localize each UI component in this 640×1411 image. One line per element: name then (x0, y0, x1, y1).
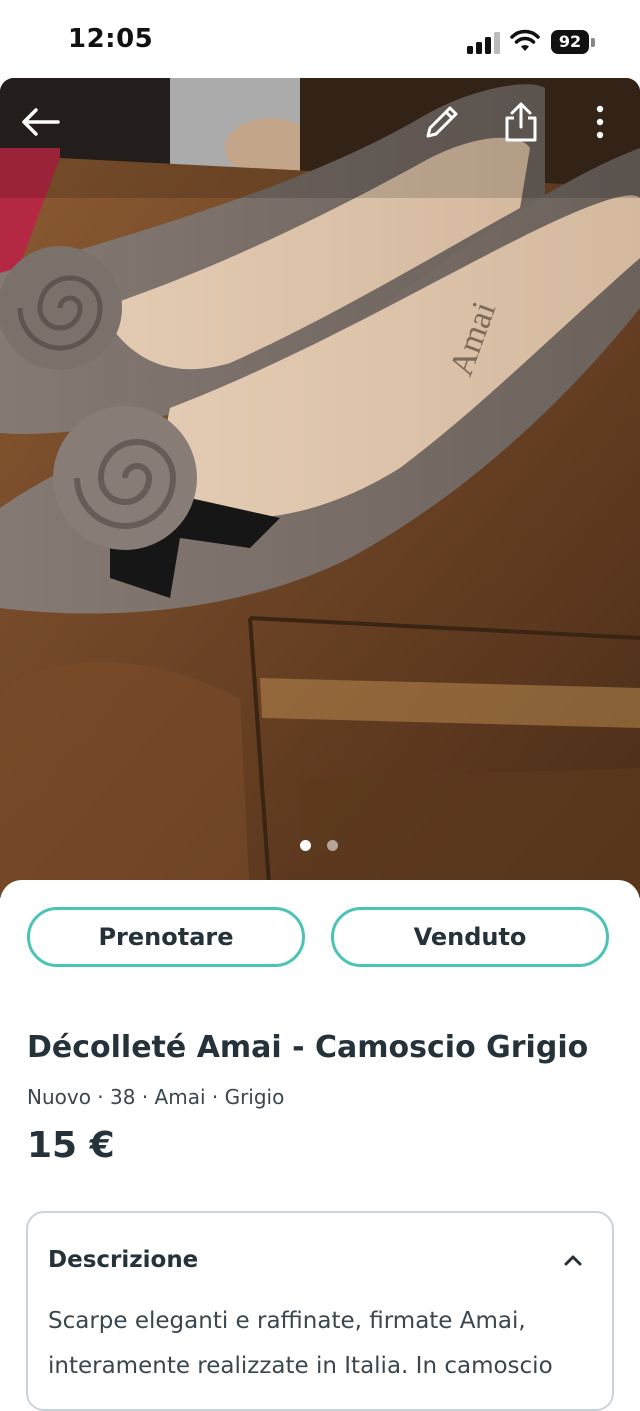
photo-page-indicator[interactable] (300, 840, 340, 852)
reserve-button[interactable]: Prenotare (27, 907, 305, 967)
description-text: Scarpe eleganti e raffinate, firmate Ama… (48, 1308, 553, 1379)
edit-button[interactable] (418, 98, 466, 146)
product-image: Amai (0, 78, 640, 898)
listing-details: Prenotare Venduto Décolleté Amai - Camos… (0, 880, 640, 1411)
battery-level: 92 (551, 30, 589, 54)
listing-meta: Nuovo · 38 · Amai · Grigio (27, 1085, 285, 1109)
share-button[interactable] (497, 98, 545, 146)
pencil-icon (426, 106, 458, 138)
listing-price: 15 € (27, 1125, 115, 1166)
page-dot[interactable] (327, 840, 338, 851)
product-photo[interactable]: Amai (0, 78, 640, 898)
status-bar: 12:05 92 (0, 0, 640, 80)
battery-icon: 92 (551, 30, 597, 56)
wifi-icon (510, 29, 540, 51)
status-time: 12:05 (68, 24, 154, 54)
arrow-left-icon (22, 108, 60, 136)
back-button[interactable] (16, 98, 64, 146)
cellular-signal-icon (467, 32, 500, 54)
sold-button[interactable]: Venduto (331, 907, 609, 967)
page-dot-active[interactable] (300, 840, 311, 851)
share-icon (505, 102, 537, 142)
description-title: Descrizione (48, 1247, 199, 1273)
listing-title: Décolleté Amai - Camoscio Grigio (27, 1030, 589, 1065)
more-vertical-icon (596, 105, 604, 139)
chevron-up-icon[interactable] (562, 1251, 584, 1269)
more-button[interactable] (576, 98, 624, 146)
description-panel: Descrizione Scarpe eleganti e raffinate,… (26, 1211, 614, 1411)
